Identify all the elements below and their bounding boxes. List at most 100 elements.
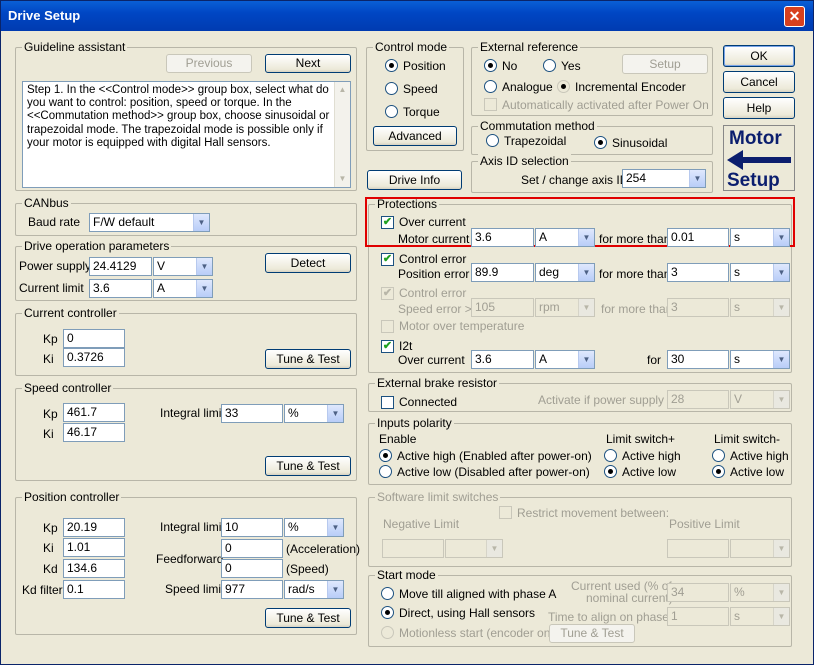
limit-minus-low-radio[interactable] [712,465,725,478]
ce-time-unit-select[interactable]: s ▼ [730,263,790,282]
cancel-button[interactable]: Cancel [723,71,795,93]
baud-rate-select[interactable]: F/W default ▼ [89,213,210,232]
axis-id-select[interactable]: 254 ▼ [622,169,706,188]
position-kp-input[interactable]: 20.19 [63,518,125,537]
scroll-down-icon[interactable]: ▼ [335,171,350,187]
i2t-unit-select[interactable]: A ▼ [535,350,595,369]
power-supply-unit-select[interactable]: V ▼ [153,257,213,276]
control-error-checkbox[interactable]: ✔ [381,253,394,266]
ok-button[interactable]: OK [723,45,795,67]
se-time-input[interactable]: 3 [667,298,729,317]
power-supply-input[interactable]: 24.4129 [89,257,152,276]
current-limit-input[interactable]: 3.6 [89,279,152,298]
brake-connected-checkbox[interactable] [381,396,394,409]
motor-temp-checkbox[interactable] [381,320,394,333]
start-tune-button[interactable]: Tune & Test [549,624,635,643]
limit-minus-high-radio[interactable] [712,449,725,462]
current-kp-input[interactable]: 0 [63,329,125,348]
align-time-input[interactable]: 1 [667,607,729,626]
scroll-up-icon[interactable]: ▲ [335,82,350,98]
i2t-time-unit-select[interactable]: s ▼ [730,350,790,369]
i2t-time-input[interactable]: 30 [667,350,729,369]
oc-time-unit-select[interactable]: s ▼ [730,228,790,247]
brake-voltage-input[interactable]: 28 [667,390,729,409]
detect-button[interactable]: Detect [265,253,351,273]
ext-ref-analogue-radio[interactable] [484,80,497,93]
i2t-current-input[interactable]: 3.6 [471,350,534,369]
negative-limit-unit-select[interactable]: ▼ [445,539,503,558]
position-error-input[interactable]: 89.9 [471,263,534,282]
speed-error-input[interactable]: 105 [471,298,534,317]
advanced-button[interactable]: Advanced [373,126,457,146]
speed-error-checkbox[interactable]: ✔ [381,287,394,300]
brake-unit: V [734,392,743,406]
speed-error-unit-select[interactable]: rpm ▼ [535,298,595,317]
close-icon[interactable]: ✕ [784,6,805,27]
help-button[interactable]: Help [723,97,795,119]
ext-ref-yes-radio[interactable] [543,59,556,72]
current-ki-input[interactable]: 0.3726 [63,348,125,367]
positive-limit-input[interactable] [667,539,729,558]
trapezoidal-radio[interactable] [486,134,499,147]
speed-integral-limit-input[interactable]: 33 [221,404,283,423]
speed-limit-input[interactable]: 977 [221,580,283,599]
start-move-aligned-radio[interactable] [381,587,394,600]
position-error-unit-select[interactable]: deg ▼ [535,263,595,282]
position-ki-input[interactable]: 1.01 [63,538,125,557]
ext-ref-encoder-radio[interactable] [557,80,570,93]
motor-current-input[interactable]: 3.6 [471,228,534,247]
sinusoidal-radio[interactable] [594,136,607,149]
control-mode-torque-radio[interactable] [385,105,398,118]
start-motionless-radio[interactable] [381,626,394,639]
baud-rate-label: Baud rate [28,215,81,229]
i2t-checkbox[interactable]: ✔ [381,340,394,353]
current-limit-unit-select[interactable]: A ▼ [153,279,213,298]
feedforward-speed-input[interactable]: 0 [221,559,283,578]
title-bar[interactable]: Drive Setup ✕ [1,1,813,31]
limit-plus-high-radio[interactable] [604,449,617,462]
current-tune-button[interactable]: Tune & Test [265,349,351,369]
positive-limit-unit-select[interactable]: ▼ [730,539,790,558]
position-tune-button[interactable]: Tune & Test [265,608,351,628]
align-time-unit-select[interactable]: s ▼ [730,607,790,626]
previous-button[interactable]: Previous [166,54,252,73]
limit-plus-low-radio[interactable] [604,465,617,478]
drive-info-button[interactable]: Drive Info [367,170,462,190]
enable-high-radio[interactable] [379,449,392,462]
position-kd-input[interactable]: 134.6 [63,559,125,578]
speed-integral-limit-label: Integral limit [160,406,225,420]
enable-low-radio[interactable] [379,465,392,478]
ce-time-input[interactable]: 3 [667,263,729,282]
motor-current-unit-select[interactable]: A ▼ [535,228,595,247]
guideline-text[interactable]: Step 1. In the <<Control mode>> group bo… [22,81,351,188]
over-current-checkbox[interactable]: ✔ [381,216,394,229]
feedforward-acceleration-input[interactable]: 0 [221,539,283,558]
start-direct-hall-radio[interactable] [381,606,394,619]
brake-unit-select[interactable]: V ▼ [730,390,790,409]
speed-limit-unit-select[interactable]: rad/s ▼ [284,580,344,599]
negative-limit-input[interactable] [382,539,444,558]
position-kd-filter-input[interactable]: 0.1 [63,580,125,599]
speed-integral-unit-select[interactable]: % ▼ [284,404,344,423]
ext-ref-setup-button[interactable]: Setup [622,54,708,74]
restrict-movement-checkbox[interactable] [499,506,512,519]
next-button[interactable]: Next [265,54,351,73]
current-used-input[interactable]: 34 [667,583,729,602]
chevron-down-icon: ▼ [327,519,343,536]
chevron-down-icon: ▼ [578,229,594,246]
motor-current-unit: A [539,230,548,244]
ext-ref-no-radio[interactable] [484,59,497,72]
speed-ki-input[interactable]: 46.17 [63,423,125,442]
current-used-unit-select[interactable]: % ▼ [730,583,790,602]
speed-kp-input[interactable]: 461.7 [63,403,125,422]
se-time-unit-select[interactable]: s ▼ [730,298,790,317]
align-time-label: Time to align on phases [548,610,675,624]
control-mode-position-radio[interactable] [385,59,398,72]
auto-activate-checkbox[interactable] [484,98,497,111]
speed-tune-button[interactable]: Tune & Test [265,456,351,476]
oc-time-input[interactable]: 0.01 [667,228,729,247]
guideline-scrollbar[interactable]: ▲ ▼ [334,82,350,187]
position-integral-limit-input[interactable]: 10 [221,518,283,537]
control-mode-speed-radio[interactable] [385,82,398,95]
position-integral-unit-select[interactable]: % ▼ [284,518,344,537]
